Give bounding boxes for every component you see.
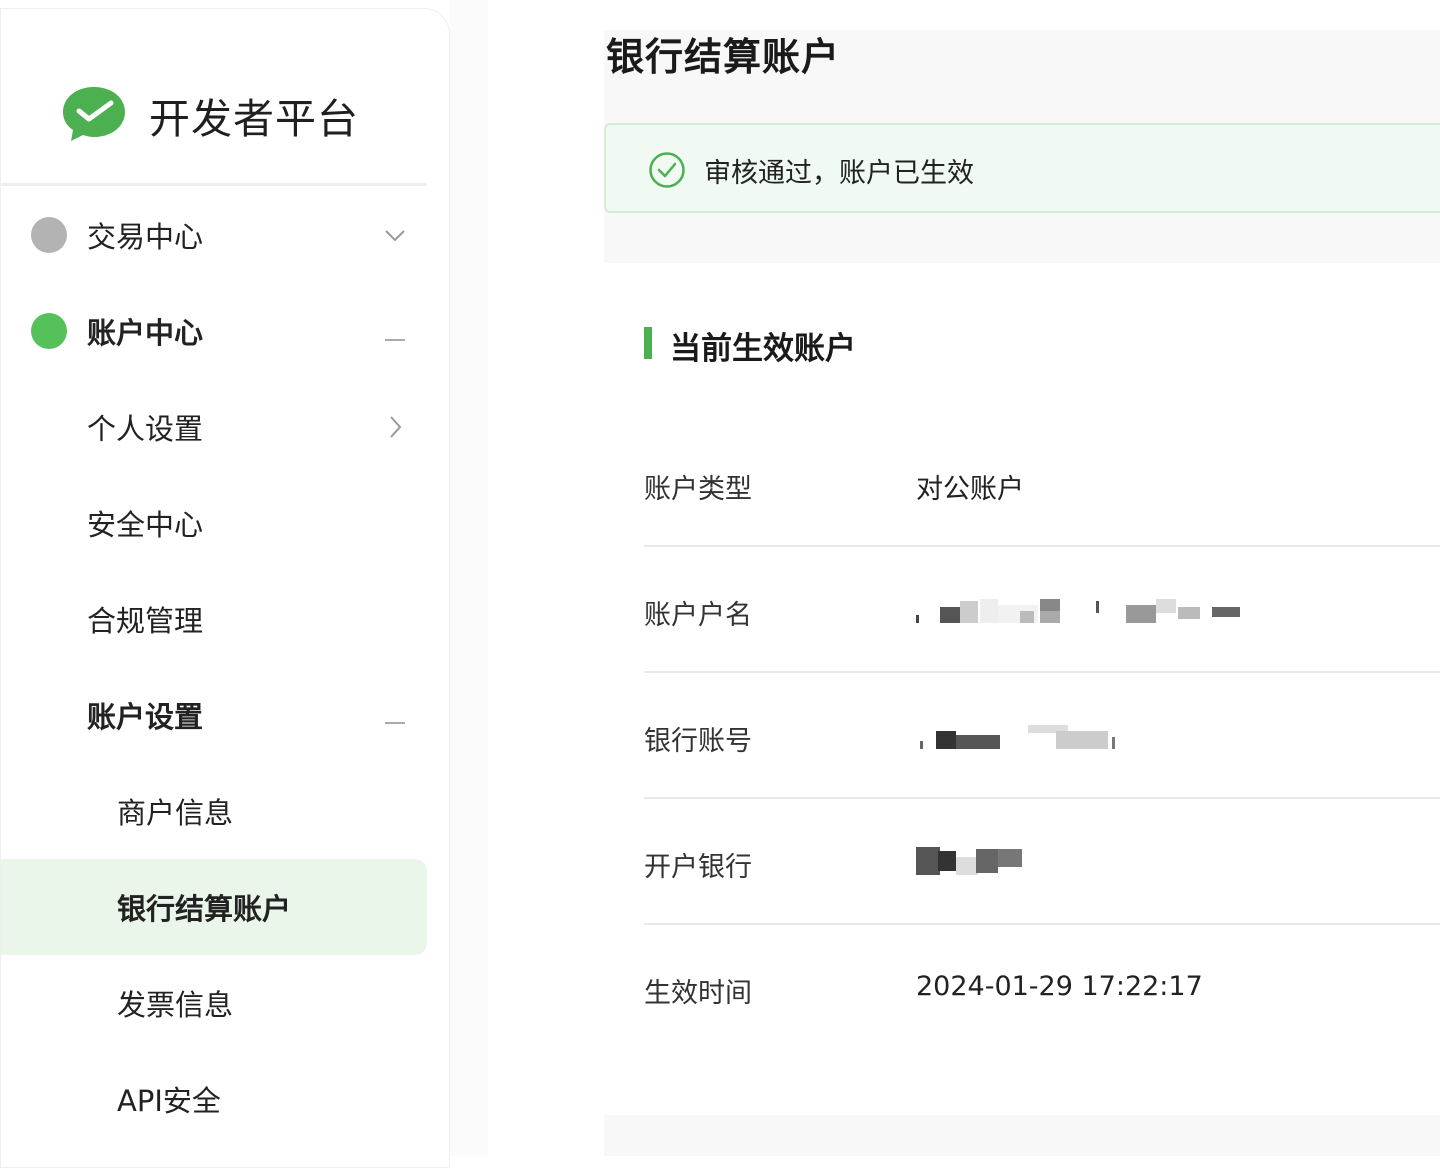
sidebar-item-merchant-info[interactable]: 商户信息 (1, 763, 427, 859)
sidebar-item-trade-center[interactable]: 交易中心 (1, 187, 427, 283)
status-alert: 审核通过，账户已生效 (604, 123, 1440, 213)
section-accent-bar (644, 327, 652, 359)
sidebar-item-compliance[interactable]: 合规管理 (1, 571, 427, 667)
row-key: 账户类型 (644, 474, 752, 505)
account-center-dot-icon (31, 313, 67, 349)
wechat-pay-logo-icon (63, 87, 125, 141)
sidebar-item-invoice-info[interactable]: 发票信息 (1, 955, 427, 1051)
sidebar-item-label: 账户中心 (87, 316, 204, 350)
info-row-account-name: 账户户名 (644, 547, 1440, 673)
sidebar-item-label: 银行结算账户 (117, 892, 292, 926)
row-key: 账户户名 (644, 600, 752, 631)
chevron-down-icon (385, 230, 405, 242)
collapse-icon (385, 339, 405, 341)
main-footer-area (604, 1115, 1440, 1156)
brand-title: 开发者平台 (149, 95, 359, 143)
page-title: 银行结算账户 (606, 35, 841, 79)
redacted-opening-bank (916, 847, 1022, 875)
row-key: 开户银行 (644, 852, 752, 883)
sidebar-item-label: 个人设置 (87, 412, 204, 446)
sidebar-item-label: 安全中心 (87, 508, 204, 542)
sidebar-item-account-center[interactable]: 账户中心 (1, 283, 427, 379)
info-row-account-type: 账户类型 对公账户 (644, 421, 1440, 547)
row-key: 银行账号 (644, 726, 752, 757)
sidebar-item-label: 交易中心 (87, 220, 204, 254)
account-card: 当前生效账户 账户类型 对公账户 账户户名 银行账号 开户银行 生效时间 202… (604, 263, 1440, 1115)
sidebar-item-label: API安全 (117, 1084, 221, 1118)
chevron-right-icon (390, 416, 402, 438)
sidebar-divider (1, 183, 427, 186)
collapse-icon (385, 722, 405, 724)
info-row-bank-account-number: 银行账号 (644, 673, 1440, 799)
brand: 开发者平台 (61, 85, 359, 145)
alert-text: 审核通过，账户已生效 (704, 158, 974, 189)
sidebar-item-bank-settlement-account[interactable]: 银行结算账户 (1, 859, 427, 955)
info-row-opening-bank: 开户银行 (644, 799, 1440, 925)
row-key: 生效时间 (644, 978, 752, 1009)
sidebar-item-label: 账户设置 (87, 700, 204, 734)
trade-center-dot-icon (31, 217, 67, 253)
redacted-account-name (916, 599, 1240, 623)
info-row-effective-time: 生效时间 2024-01-29 17:22:17 (644, 925, 1440, 1051)
layout-gutter (450, 0, 488, 1156)
sidebar-item-account-settings[interactable]: 账户设置 (1, 667, 427, 763)
check-circle-icon (649, 152, 685, 188)
sidebar-item-security-center[interactable]: 安全中心 (1, 475, 427, 571)
sidebar-item-api-security[interactable]: API安全 (1, 1051, 427, 1147)
redacted-bank-account-number (920, 725, 1115, 749)
sidebar-item-label: 合规管理 (87, 604, 204, 638)
sidebar-item-label: 商户信息 (117, 796, 234, 830)
row-value: 2024-01-29 17:22:17 (916, 971, 1203, 1002)
sidebar-item-personal-settings[interactable]: 个人设置 (1, 379, 427, 475)
row-value: 对公账户 (916, 474, 1024, 505)
sidebar-item-label: 发票信息 (117, 988, 234, 1022)
sidebar: 开发者平台 交易中心 账户中心 个人设置 安全中心 合规管理 账户设置 商户信息… (0, 8, 450, 1168)
section-title: 当前生效账户 (670, 331, 856, 367)
